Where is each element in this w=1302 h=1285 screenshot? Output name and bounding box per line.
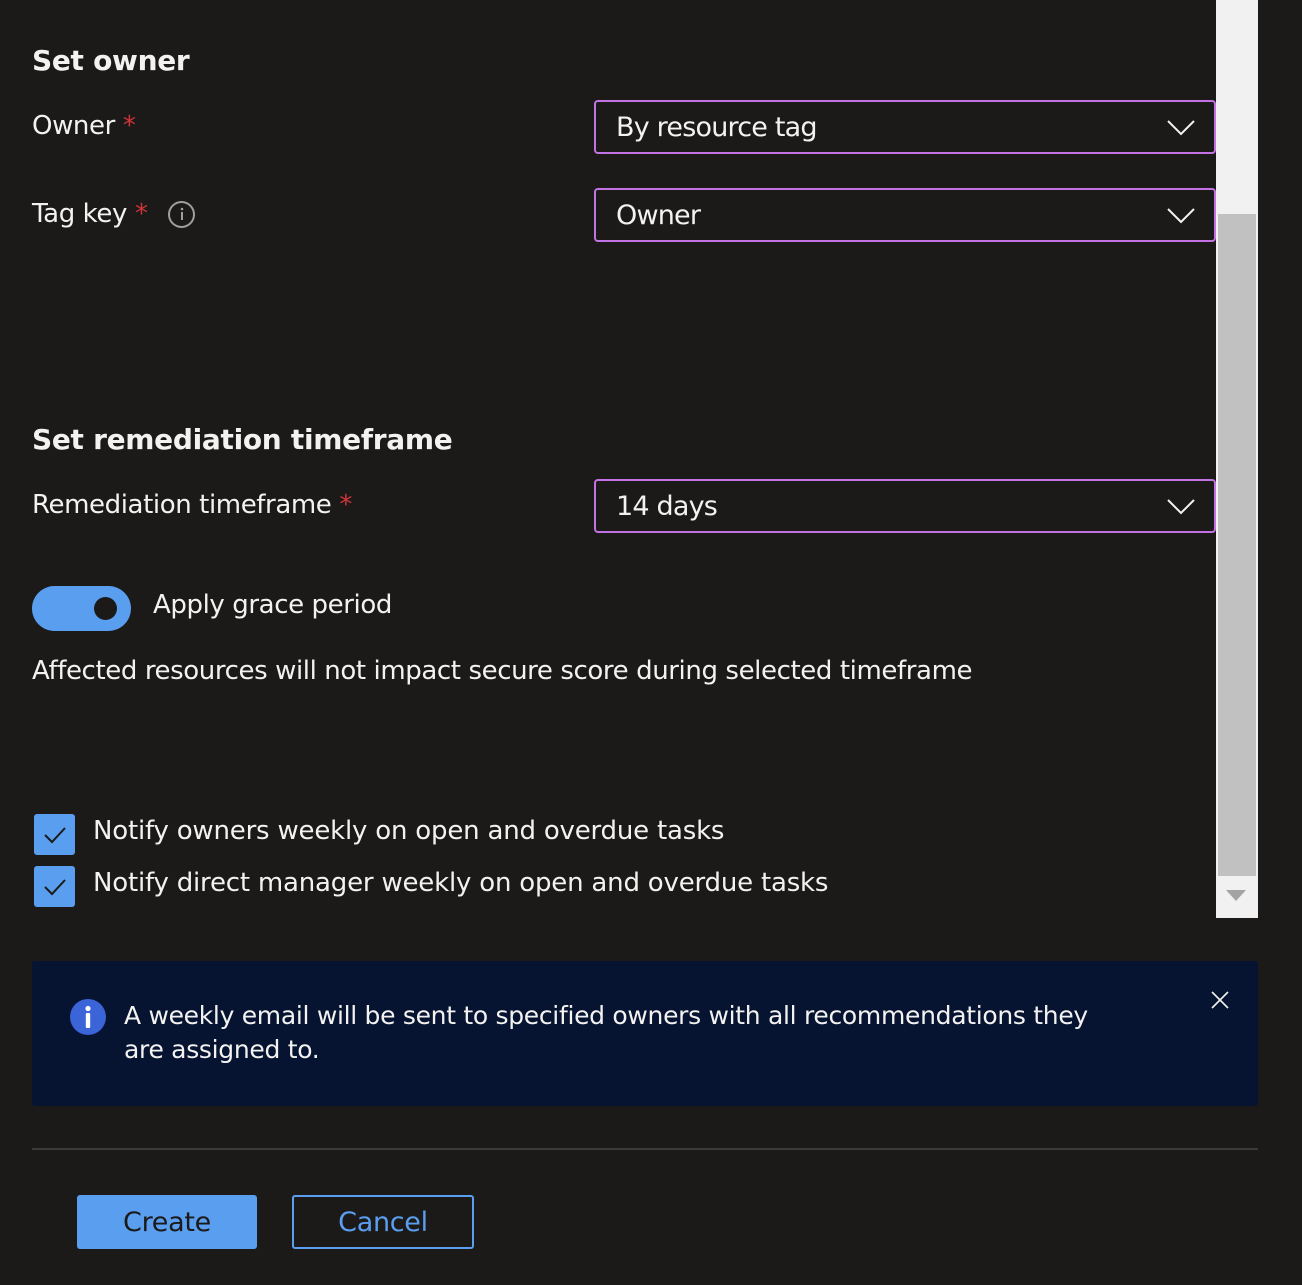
section-title-remediation: Set remediation timeframe [32, 423, 453, 456]
info-banner-text: A weekly email will be sent to specified… [124, 1001, 1088, 1064]
timeframe-dropdown[interactable]: 14 days [594, 479, 1216, 533]
timeframe-label: Remediation timeframe [32, 490, 332, 520]
checkmark-icon [43, 878, 66, 895]
scroll-down-arrow-icon[interactable] [1226, 890, 1246, 901]
owner-dropdown[interactable]: By resource tag [594, 100, 1216, 154]
footer-divider [32, 1148, 1258, 1150]
notify-owners-label: Notify owners weekly on open and overdue… [93, 816, 725, 846]
chevron-down-icon [1167, 208, 1195, 224]
required-asterisk: * [135, 199, 148, 229]
timeframe-dropdown-value: 14 days [616, 490, 718, 522]
grace-period-description: Affected resources will not impact secur… [32, 656, 973, 686]
owner-dropdown-value: By resource tag [616, 111, 818, 143]
required-asterisk: * [122, 111, 136, 141]
vertical-scrollbar[interactable] [1216, 0, 1258, 918]
grace-period-label: Apply grace period [153, 590, 392, 620]
owner-label-group: Owner * [32, 111, 136, 141]
notify-manager-checkbox[interactable] [34, 866, 75, 907]
chevron-down-icon [1167, 499, 1195, 515]
tag-key-label: Tag key [32, 199, 127, 229]
scrollbar-thumb[interactable] [1218, 214, 1256, 876]
toggle-knob [94, 597, 117, 620]
info-icon[interactable] [168, 200, 195, 228]
notify-manager-label: Notify direct manager weekly on open and… [93, 868, 829, 898]
tag-key-dropdown-value: Owner [616, 199, 701, 231]
info-banner: A weekly email will be sent to specified… [32, 961, 1258, 1106]
grace-period-toggle[interactable] [32, 586, 131, 631]
tag-key-label-group: Tag key * [32, 199, 195, 229]
cancel-button[interactable]: Cancel [292, 1195, 474, 1249]
chevron-down-icon [1167, 120, 1195, 136]
section-title-set-owner: Set owner [32, 44, 190, 77]
tag-key-dropdown[interactable]: Owner [594, 188, 1216, 242]
timeframe-label-group: Remediation timeframe * [32, 490, 352, 520]
required-asterisk: * [339, 490, 353, 520]
owner-label: Owner [32, 111, 115, 141]
create-button[interactable]: Create [77, 1195, 257, 1249]
notify-owners-checkbox[interactable] [34, 814, 75, 855]
checkmark-icon [43, 826, 66, 843]
info-icon [70, 999, 106, 1035]
close-icon[interactable] [1210, 990, 1230, 1010]
